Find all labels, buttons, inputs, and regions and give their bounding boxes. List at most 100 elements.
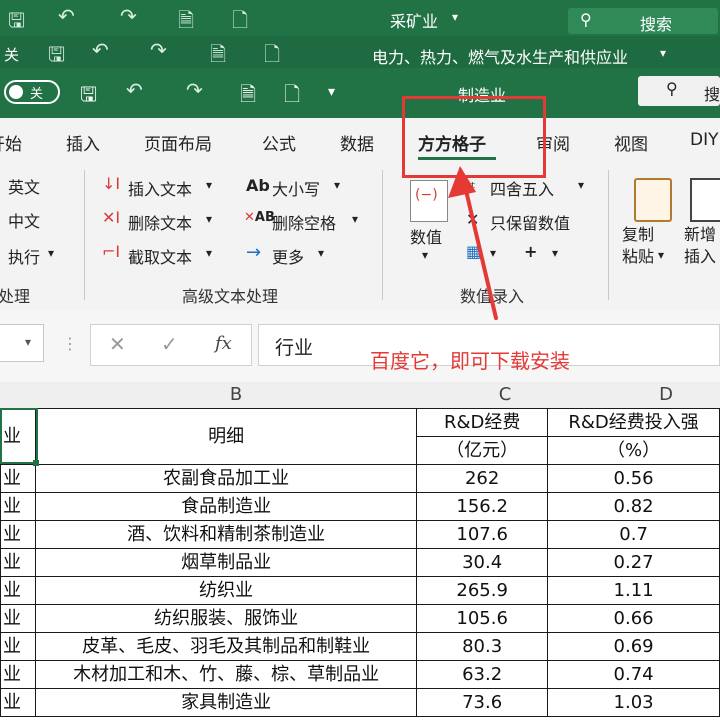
cell-c[interactable]: 156.2 [416,492,549,521]
cancel-icon[interactable]: ✕ [109,332,126,356]
ribbon-execute-button[interactable]: 执行 [8,244,40,268]
tab-formulas[interactable]: 公式 [262,130,296,155]
chevron-down-icon[interactable]: ▾ [552,246,558,260]
column-header-b[interactable]: B [38,384,434,405]
chevron-down-icon[interactable]: ▾ [206,212,212,226]
cell-b[interactable]: 农副食品加工业 [35,464,418,493]
cell-a[interactable]: 业 [0,464,37,493]
tab-diy[interactable]: DIY [690,130,719,150]
cell-c[interactable]: 262 [416,464,549,493]
cell-d[interactable]: 0.69 [547,632,720,661]
column-header-d[interactable]: D [576,384,720,405]
cell-a[interactable]: 业 [0,492,37,521]
new-insert-button[interactable]: 新增插入 [684,224,720,268]
tab-page-layout[interactable]: 页面布局 [144,130,212,155]
redo-icon[interactable]: ↷ [186,78,203,102]
cell-c[interactable]: 73.6 [416,688,549,717]
cell-a[interactable]: 业 [0,548,37,577]
redo-icon[interactable]: ↷ [120,4,137,28]
cell-a[interactable]: 业 [0,632,37,661]
cell-a[interactable]: 业 [0,604,37,633]
cell-c[interactable]: 63.2 [416,660,549,689]
chevron-down-icon[interactable]: ▾ [206,246,212,260]
cell-b[interactable]: 纺织业 [35,576,418,605]
cell-d[interactable]: 0.56 [547,464,720,493]
delete-text-button[interactable]: 删除文本 [128,210,192,234]
chevron-down-icon[interactable]: ▾ [578,178,584,192]
cell-b[interactable]: 纺织服装、服饰业 [35,604,418,633]
tab-view[interactable]: 视图 [614,130,648,155]
cell-a[interactable]: 业 [0,576,37,605]
cell-b[interactable]: 酒、饮料和精制茶制造业 [35,520,418,549]
search-box-3[interactable]: ⚲ 搜 [638,76,720,106]
undo-icon[interactable]: ↶ [58,4,75,28]
cell-a[interactable]: 业 [0,688,37,717]
cell-c[interactable]: 107.6 [416,520,549,549]
confirm-icon[interactable]: ✓ [161,332,178,356]
chevron-down-icon[interactable]: ▾ [422,248,428,262]
tab-data[interactable]: 数据 [340,130,374,155]
cell-c[interactable]: 80.3 [416,632,549,661]
undo-icon[interactable]: ↶ [92,38,109,62]
customize-qat-icon[interactable]: ▾ [328,84,335,100]
chevron-down-icon[interactable]: ▾ [658,248,664,262]
cell-d[interactable]: 0.82 [547,492,720,521]
cell-b[interactable]: 烟草制品业 [35,548,418,577]
search-box-1[interactable]: ⚲ 搜索 [568,8,718,34]
print-preview-icon[interactable]: 🗎 [178,6,194,40]
cell-d[interactable]: 0.74 [547,660,720,689]
chevron-down-icon[interactable]: ▾ [452,10,458,24]
cell-b-header[interactable]: 明细 [35,408,418,465]
new-file-icon[interactable]: 🗋 [232,6,248,40]
insert-text-button[interactable]: 插入文本 [128,176,192,200]
delete-space-button[interactable]: 删除空格 [272,210,336,234]
tab-insert[interactable]: 插入 [66,130,100,155]
cell-d[interactable]: 0.7 [547,520,720,549]
autosave-toggle-label[interactable]: 关 [4,44,19,65]
chevron-down-icon[interactable]: ▾ [48,246,54,260]
name-box[interactable]: ▾ [0,324,44,362]
cell-c-unit[interactable]: （亿元） [416,436,549,465]
column-header-c[interactable]: C [434,384,576,405]
chevron-down-icon[interactable]: ▾ [25,335,31,349]
cell-c-header[interactable]: R&D经费 [416,408,549,437]
cell-d-header[interactable]: R&D经费投入强 [547,408,720,437]
cell-d-unit[interactable]: （%） [547,436,720,465]
ribbon-english-button[interactable]: 英文 [8,174,40,198]
cell-b[interactable]: 皮革、毛皮、羽毛及其制品和制鞋业 [35,632,418,661]
autosave-toggle[interactable]: 关 [4,80,60,104]
redo-icon[interactable]: ↷ [150,38,167,62]
undo-icon[interactable]: ↶ [126,78,143,102]
save-icon[interactable]: 🖫 [80,80,97,114]
cell-a[interactable]: 业 [0,660,37,689]
chevron-down-icon[interactable]: ▾ [334,178,340,192]
value-button[interactable]: 数值 [410,224,442,248]
fill-handle[interactable] [33,460,39,466]
cell-d[interactable]: 0.66 [547,604,720,633]
cell-b[interactable]: 木材加工和木、竹、藤、棕、草制品业 [35,660,418,689]
save-icon[interactable]: 🖫 [8,6,25,40]
cell-c[interactable]: 30.4 [416,548,549,577]
cell-d[interactable]: 1.03 [547,688,720,717]
chevron-down-icon[interactable]: ▾ [352,212,358,226]
plus-icon[interactable]: + [524,242,537,261]
extract-text-button[interactable]: 截取文本 [128,244,192,268]
chevron-down-icon[interactable]: ▾ [660,46,666,60]
cell-c[interactable]: 105.6 [416,604,549,633]
cell-a[interactable]: 业 [0,520,37,549]
cell-b[interactable]: 家具制造业 [35,688,418,717]
new-file-icon[interactable]: 🗋 [284,80,300,114]
cell-c[interactable]: 265.9 [416,576,549,605]
tab-home[interactable]: 开始 [0,130,22,155]
cell-b[interactable]: 食品制造业 [35,492,418,521]
print-preview-icon[interactable]: 🗎 [240,80,256,114]
more-button[interactable]: 更多 [272,244,304,268]
ribbon-chinese-button[interactable]: 中文 [8,208,40,232]
case-button[interactable]: 大小写 [272,176,320,200]
insert-function-icon[interactable]: fx [215,333,232,354]
copy-paste-button[interactable]: 复制粘贴 [622,224,656,268]
chevron-down-icon[interactable]: ▾ [206,178,212,192]
cell-d[interactable]: 0.27 [547,548,720,577]
chevron-down-icon[interactable]: ▾ [318,246,324,260]
cell-d[interactable]: 1.11 [547,576,720,605]
